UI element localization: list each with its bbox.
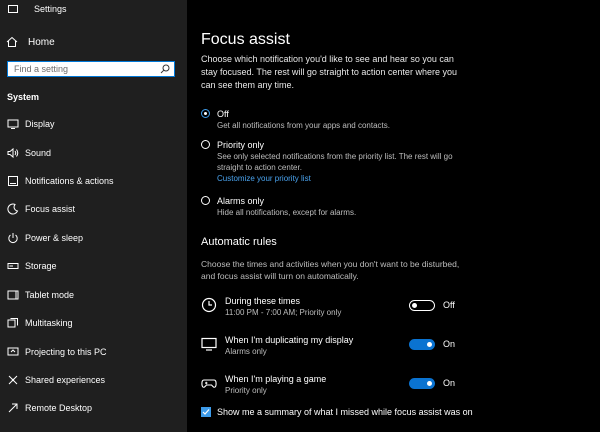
search-input[interactable]: [8, 62, 164, 76]
rule-name: During these times: [225, 296, 301, 306]
sidebar-item-focus-assist[interactable]: Focus assist: [0, 199, 187, 219]
window-back-icon[interactable]: [8, 5, 18, 13]
sidebar-item-notifications[interactable]: Notifications & actions: [0, 171, 187, 191]
toggle-state: On: [443, 339, 456, 349]
option-off[interactable]: Off Get all notifications from your apps…: [201, 108, 472, 131]
sidebar-item-projecting[interactable]: Projecting to this PC: [0, 342, 187, 362]
automatic-rules-title: Automatic rules: [201, 236, 277, 248]
checkmark-icon: [202, 409, 210, 415]
multitasking-icon: [7, 318, 18, 328]
summary-checkbox-label: Show me a summary of what I missed while…: [217, 407, 473, 417]
gamepad-icon: [201, 379, 217, 388]
summary-checkbox[interactable]: [201, 407, 211, 417]
rule-toggle-playing-game[interactable]: [409, 378, 435, 389]
search-box[interactable]: [7, 61, 175, 77]
option-desc: See only selected notifications from the…: [217, 152, 453, 172]
rule-toggle-duplicating-display[interactable]: [409, 339, 435, 350]
tablet-icon: [7, 290, 19, 300]
sidebar-item-home[interactable]: Home: [6, 34, 55, 50]
sidebar-item-power-sleep[interactable]: Power & sleep: [0, 228, 187, 248]
rule-toggle-during-times[interactable]: [409, 300, 435, 311]
toggle-state: Off: [443, 300, 455, 310]
radio-alarms-only[interactable]: [201, 196, 210, 205]
sidebar-item-label: Focus assist: [25, 204, 76, 214]
sidebar-item-label: Remote Desktop: [25, 403, 93, 413]
sidebar-item-label: Notifications & actions: [25, 176, 114, 186]
option-alarms-only[interactable]: Alarms only Hide all notifications, exce…: [201, 195, 472, 218]
sidebar-item-label: Tablet mode: [25, 290, 75, 300]
home-label: Home: [28, 36, 55, 48]
page-title: Focus assist: [201, 31, 290, 48]
remote-desktop-icon: [8, 403, 18, 413]
notifications-icon: [8, 176, 18, 186]
sidebar-item-label: Power & sleep: [25, 233, 84, 243]
search-icon[interactable]: [160, 64, 170, 74]
rule-during-times[interactable]: During these times 11:00 PM - 7:00 AM; P…: [201, 295, 471, 323]
radio-off[interactable]: [201, 109, 210, 118]
sidebar-item-shared-experiences[interactable]: Shared experiences: [0, 370, 187, 390]
projecting-icon: [7, 347, 19, 356]
main-panel: Focus assist Choose which notification y…: [187, 0, 600, 432]
sidebar-item-label: Multitasking: [25, 318, 73, 328]
rule-duplicating-display[interactable]: When I'm duplicating my display Alarms o…: [201, 334, 471, 362]
sidebar-item-label: Sound: [25, 148, 52, 158]
sidebar-item-storage[interactable]: Storage: [0, 256, 187, 276]
rule-sub: Priority only: [225, 386, 267, 395]
rule-name: When I'm playing a game: [225, 374, 327, 384]
monitor-icon: [201, 337, 217, 351]
page-description: Choose which notification you'd like to …: [201, 54, 457, 90]
automatic-rules-description: Choose the times and activities when you…: [201, 259, 460, 281]
option-desc: Get all notifications from your apps and…: [217, 121, 390, 130]
summary-checkbox-row[interactable]: Show me a summary of what I missed while…: [201, 407, 473, 417]
option-label: Priority only: [217, 140, 265, 150]
sidebar-item-label: Display: [25, 119, 55, 129]
option-priority-only[interactable]: Priority only See only selected notifica…: [201, 139, 472, 184]
display-icon: [7, 119, 19, 129]
option-label: Alarms only: [217, 196, 265, 206]
customize-priority-link[interactable]: Customize your priority list: [217, 173, 472, 184]
clock-icon: [201, 297, 217, 313]
sidebar-item-label: Shared experiences: [25, 375, 106, 385]
sidebar: Settings Home System Display Sound Notif…: [0, 0, 187, 432]
window-title: Settings: [34, 4, 67, 14]
option-desc: Hide all notifications, except for alarm…: [217, 208, 357, 217]
radio-priority-only[interactable]: [201, 140, 210, 149]
option-label: Off: [217, 109, 229, 119]
power-icon: [8, 233, 18, 243]
sidebar-item-sound[interactable]: Sound: [0, 143, 187, 163]
section-header: System: [7, 92, 40, 102]
rule-sub: 11:00 PM - 7:00 AM; Priority only: [225, 308, 342, 317]
sidebar-item-multitasking[interactable]: Multitasking: [0, 313, 187, 333]
focus-assist-icon: [7, 203, 19, 215]
sound-icon: [7, 147, 19, 159]
sidebar-item-remote-desktop[interactable]: Remote Desktop: [0, 398, 187, 418]
shared-experiences-icon: [8, 375, 18, 385]
storage-icon: [7, 263, 19, 269]
toggle-state: On: [443, 378, 456, 388]
rule-sub: Alarms only: [225, 347, 267, 356]
sidebar-item-label: Projecting to this PC: [25, 347, 107, 357]
rule-playing-game[interactable]: When I'm playing a game Priority only On: [201, 373, 471, 401]
sidebar-item-label: Storage: [25, 261, 57, 271]
rule-name: When I'm duplicating my display: [225, 335, 354, 345]
sidebar-item-display[interactable]: Display: [0, 114, 187, 134]
sidebar-item-tablet-mode[interactable]: Tablet mode: [0, 285, 187, 305]
home-icon: [6, 36, 18, 47]
